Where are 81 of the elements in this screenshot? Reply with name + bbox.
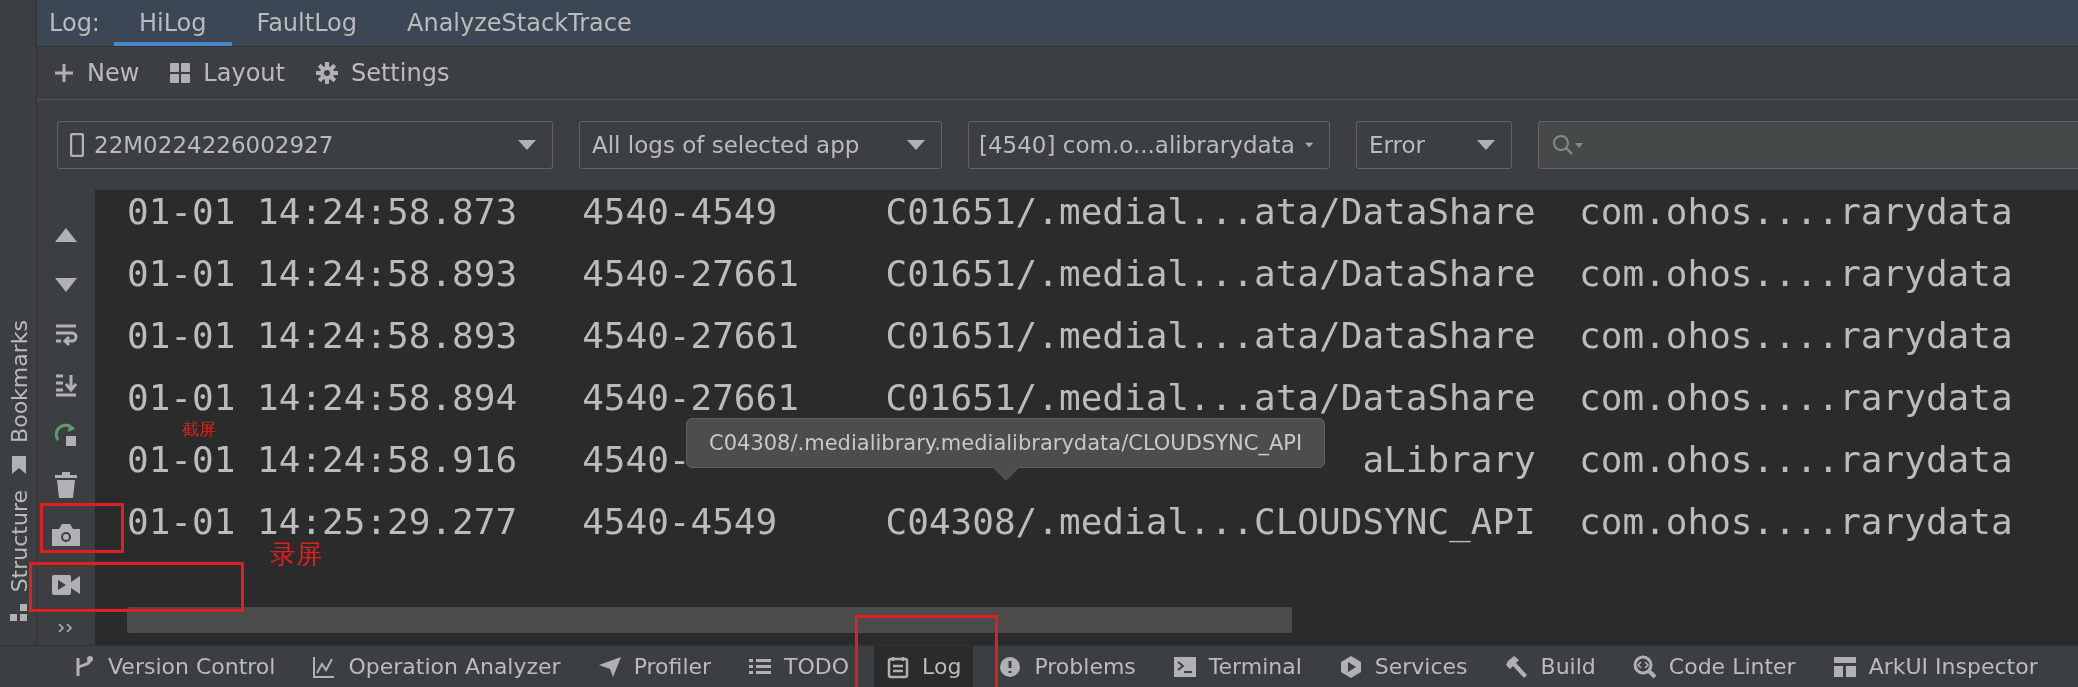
log-tab[interactable]: AnalyzeStackTrace	[382, 0, 657, 46]
log-package: com.ohos....rarydata	[1579, 376, 2013, 418]
dropdown-caret-icon	[1477, 140, 1495, 150]
log-tab[interactable]: FaultLog	[231, 0, 382, 46]
notepad-icon	[886, 654, 911, 679]
log-package: com.ohos....rarydata	[1579, 190, 2013, 232]
scroll-to-end-icon	[54, 373, 78, 398]
log-package: com.ohos....rarydata	[1579, 500, 2013, 542]
tool-window-button[interactable]: Log	[874, 646, 974, 687]
annotation-label: 录屏	[270, 541, 322, 569]
log-time: 01-01 14:24:58.893	[127, 252, 519, 294]
up-arrow-icon	[55, 228, 77, 242]
scope-dropdown[interactable]: All logs of selected app	[579, 121, 942, 169]
log-time: 01-01 14:24:58.893	[127, 314, 519, 356]
log-tab[interactable]: HiLog	[113, 0, 232, 46]
log-time: 01-01 14:24:58.873	[127, 190, 519, 232]
dropdown-caret-icon	[518, 140, 536, 150]
tool-window-button[interactable]: Terminal	[1160, 646, 1314, 687]
log-pid: 4540-4549	[582, 190, 779, 232]
soft-wrap-icon	[54, 323, 78, 348]
side-tab[interactable]: Structure	[6, 490, 32, 593]
device-dropdown[interactable]: 22M0224226002927	[57, 121, 553, 169]
tool-window-button[interactable]: Build	[1492, 646, 1608, 687]
tool-window-button[interactable]: Code Linter	[1620, 646, 1808, 687]
plus-icon	[53, 62, 75, 84]
layout-icon	[169, 62, 192, 84]
log-pid: 4540-27661	[582, 376, 800, 418]
log-time: 01-01 14:24:58.916	[127, 438, 519, 480]
line-chart-icon	[312, 654, 337, 679]
exclamation-icon	[998, 654, 1023, 679]
tool-window-button[interactable]: Profiler	[585, 646, 724, 687]
layout-tree-icon	[1832, 654, 1857, 679]
log-time: 01-01 14:25:29.277	[127, 500, 519, 542]
log-tag: C01651/.medial...ata/DataShare	[885, 252, 1536, 294]
log-tag: C04308/.medial...CLOUDSYNC_API	[885, 500, 1536, 542]
toolbar-button[interactable]: New	[53, 59, 140, 87]
down-arrow-icon	[55, 278, 77, 293]
code-magnifier-icon	[1632, 654, 1657, 679]
level-dropdown[interactable]: Error	[1356, 121, 1512, 169]
structure-icon	[10, 604, 28, 623]
phone-icon	[70, 133, 84, 157]
side-tab[interactable]: Bookmarks	[6, 320, 32, 443]
paper-plane-icon	[597, 654, 622, 679]
camera-icon	[52, 524, 80, 547]
trash-icon	[55, 472, 77, 499]
terminal-icon	[1172, 654, 1197, 679]
log-package: com.ohos....rarydata	[1579, 252, 2013, 294]
process-dropdown[interactable]: [4540] com.o...alibrarydata	[968, 121, 1330, 169]
annotation-label: 截屏	[182, 421, 216, 438]
tool-window-button[interactable]: Version Control	[60, 646, 288, 687]
log-tag: C01651/.medial...ata/DataShare	[885, 190, 1536, 232]
tool-window-button[interactable]: Operation Analyzer	[300, 646, 573, 687]
log-time: 01-01 14:24:58.894	[127, 376, 519, 418]
log-tag: aLibrary	[1362, 438, 1536, 480]
log-label: Log:	[49, 8, 101, 39]
tool-window-button[interactable]: Problems	[986, 646, 1148, 687]
log-package: com.ohos....rarydata	[1579, 438, 2013, 480]
log-pid: 4540-27661	[582, 314, 800, 356]
restart-icon	[54, 422, 78, 449]
scrollbar[interactable]	[127, 607, 1292, 633]
toolbar-button[interactable]: Settings	[314, 59, 450, 87]
log-package: com.ohos....rarydata	[1579, 314, 2013, 356]
tool-window-button[interactable]: ArkUI Inspector	[1820, 646, 2050, 687]
dropdown-caret-icon	[907, 140, 925, 150]
dropdown-caret-icon	[1304, 140, 1313, 150]
hexagon-play-icon	[1338, 654, 1363, 679]
bookmark-icon	[11, 454, 27, 475]
search-field[interactable]	[1538, 121, 2078, 169]
hammer-icon	[1504, 654, 1529, 679]
log-pid: 4540-4549	[582, 500, 779, 542]
log-tag: C01651/.medial...ata/DataShare	[885, 376, 1536, 418]
toolbar-button[interactable]: Layout	[169, 59, 285, 87]
tool-window-button[interactable]: TODO	[736, 646, 862, 687]
tooltip-pointer	[991, 467, 1020, 481]
log-pid: 4540-27661	[582, 252, 800, 294]
settings-icon	[314, 61, 339, 85]
more-icon	[58, 622, 74, 633]
search-icon	[1551, 133, 1585, 157]
tool-window-button[interactable]: Services	[1326, 646, 1480, 687]
video-camera-icon	[52, 575, 80, 596]
log-tag: C01651/.medial...ata/DataShare	[885, 314, 1536, 356]
